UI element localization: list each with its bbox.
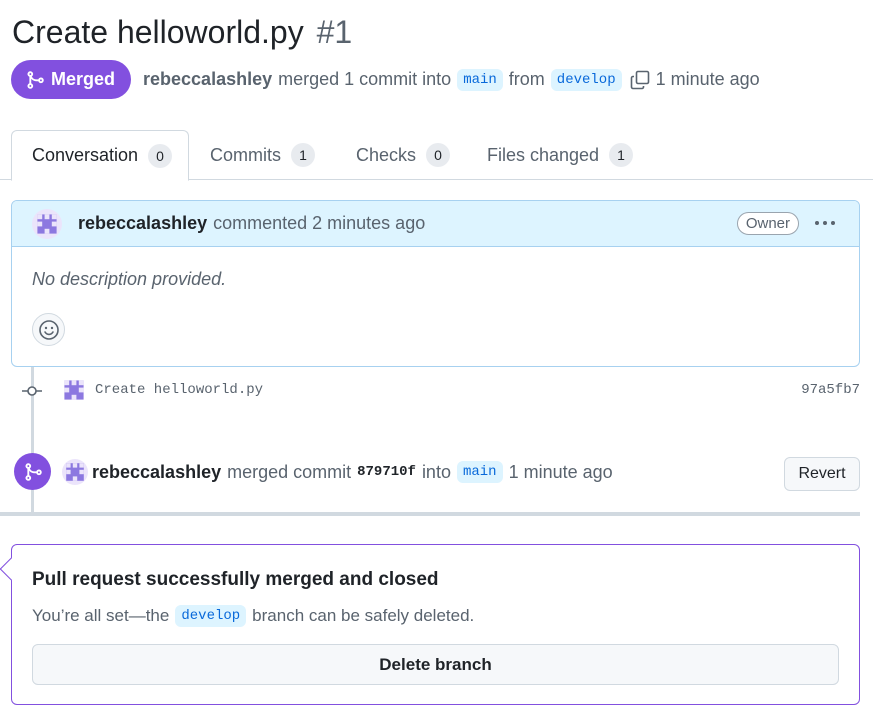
identicon-icon[interactable] (62, 378, 86, 402)
tab-counter: 1 (609, 143, 634, 167)
tab-label: Files changed (487, 144, 600, 165)
merged-status-description: You’re all set—the develop branch can be… (32, 602, 474, 630)
pr-meta: Merged rebeccalashley merged 1 commit in… (11, 60, 760, 99)
merge-base-branch[interactable]: main (456, 461, 503, 483)
tab-counter: 0 (148, 143, 173, 168)
comment-body: No description provided. (32, 269, 227, 289)
merge-author-link[interactable]: rebeccalashley (92, 462, 221, 483)
kebab-menu-icon[interactable] (813, 213, 837, 233)
identicon-icon (64, 461, 86, 483)
merged-status-box: Pull request successfully merged and clo… (0, 544, 860, 705)
pr-title-text: Create helloworld.py (12, 14, 304, 50)
commit-message-link[interactable]: Create helloworld.py (95, 382, 263, 398)
merge-commit-sha-link[interactable]: 879710f (357, 464, 416, 480)
identicon-icon (35, 212, 59, 236)
comment-action: commented 2 minutes ago (213, 213, 426, 233)
meta-from-text: from (508, 69, 545, 89)
copy-icon[interactable] (630, 70, 650, 90)
merge-icon (23, 462, 43, 482)
deletable-branch[interactable]: develop (175, 605, 247, 627)
meta-merged-text: merged 1 commit into (278, 69, 452, 89)
merged-status-title: Pull request successfully merged and clo… (32, 569, 439, 590)
pr-author-link[interactable]: rebeccalashley (143, 69, 272, 90)
base-branch[interactable]: main (457, 68, 503, 91)
tab-counter: 0 (426, 143, 451, 167)
tab-checks[interactable]: Checks 0 (336, 130, 470, 180)
git-commit-icon (22, 386, 42, 396)
tab-label: Commits (210, 144, 281, 165)
avatar[interactable] (62, 459, 88, 485)
pr-title: Create helloworld.py #1 (12, 12, 352, 52)
merged-state-badge: Merged (11, 60, 132, 99)
tab-counter: 1 (291, 143, 315, 167)
merge-icon (25, 70, 45, 90)
tab-label: Conversation (32, 145, 139, 165)
head-branch[interactable]: develop (550, 68, 622, 91)
meta-time: 1 minute ago (655, 69, 760, 89)
tab-label: Checks (356, 144, 417, 165)
merge-event: rebeccalashley merged commit 879710f int… (62, 458, 613, 486)
merge-event-badge (14, 453, 51, 490)
merge-into-text: into (421, 461, 451, 482)
timeline-divider (0, 512, 860, 516)
owner-badge: Owner (736, 212, 799, 235)
revert-button[interactable]: Revert (784, 457, 860, 491)
delete-branch-button[interactable]: Delete branch (32, 644, 839, 685)
comment-header: rebeccalashley commented 2 minutes ago O… (12, 201, 859, 247)
tab-conversation[interactable]: Conversation 0 (11, 130, 189, 181)
avatar[interactable] (32, 209, 62, 239)
box-pointer (0, 557, 23, 581)
smiley-icon (38, 319, 59, 340)
comment-author-link[interactable]: rebeccalashley (78, 213, 207, 234)
merge-text: merged commit (227, 461, 352, 482)
merge-time: 1 minute ago (508, 461, 613, 482)
pr-description-comment: rebeccalashley commented 2 minutes ago O… (11, 200, 860, 367)
commit-sha-link[interactable]: 97a5fb7 (801, 382, 860, 398)
desc-after: branch can be safely deleted. (252, 606, 475, 625)
tab-commits[interactable]: Commits 1 (190, 130, 335, 180)
desc-before: You’re all set—the (32, 606, 170, 625)
pr-tabs: Conversation 0 Commits 1 Checks 0 Files … (0, 130, 873, 181)
tab-files-changed[interactable]: Files changed 1 (467, 130, 653, 180)
pr-number: #1 (316, 14, 353, 50)
state-label: Merged (51, 69, 116, 89)
add-reaction-button[interactable] (32, 313, 65, 346)
